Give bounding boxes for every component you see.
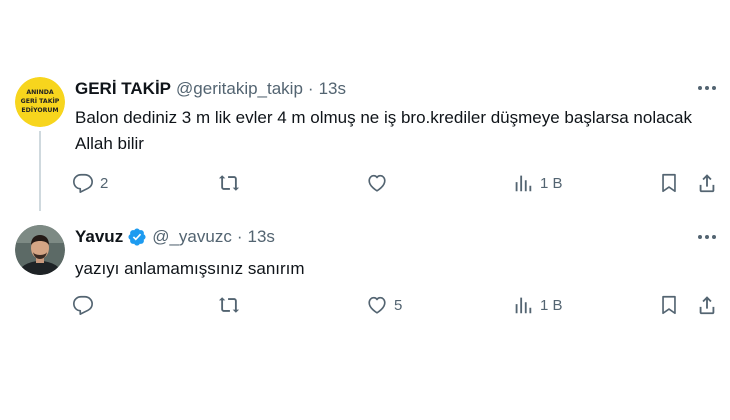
timestamp[interactable]: 13s xyxy=(319,79,346,99)
svg-text:EDİYORUM: EDİYORUM xyxy=(21,105,58,114)
views-icon xyxy=(515,297,532,314)
reply-button[interactable]: 2 xyxy=(72,172,108,194)
reply-icon xyxy=(73,173,93,193)
bookmark-button[interactable] xyxy=(658,172,680,194)
avatar-geritakip[interactable]: ANINDA GERİ TAKİP EDİYORUM xyxy=(15,77,65,127)
views-icon xyxy=(515,175,532,192)
reply-icon xyxy=(73,295,93,315)
views-count: 1 B xyxy=(540,174,563,192)
retweet-button[interactable] xyxy=(218,172,246,194)
action-bar: 2 1 B xyxy=(72,172,720,196)
action-bar: 5 1 B xyxy=(72,294,720,318)
reply-count: 2 xyxy=(100,174,109,192)
views-button[interactable]: 1 B xyxy=(512,172,563,194)
bookmark-button[interactable] xyxy=(658,294,680,316)
user-handle[interactable]: @_yavuzc xyxy=(152,227,232,247)
like-button[interactable]: 5 xyxy=(366,294,402,316)
timestamp[interactable]: 13s xyxy=(248,227,275,247)
separator-dot: · xyxy=(307,79,314,98)
tweet-header: GERİ TAKİP @geritakip_takip · 13s xyxy=(75,78,346,100)
share-icon xyxy=(699,174,715,193)
user-handle[interactable]: @geritakip_takip xyxy=(176,79,303,99)
share-button[interactable] xyxy=(696,294,718,316)
svg-text:GERİ TAKİP: GERİ TAKİP xyxy=(21,96,60,105)
share-button[interactable] xyxy=(696,172,718,194)
verified-icon xyxy=(128,228,146,246)
display-name[interactable]: GERİ TAKİP xyxy=(75,79,171,99)
reply-button[interactable] xyxy=(72,294,100,316)
views-button[interactable]: 1 B xyxy=(512,294,563,316)
bookmark-icon xyxy=(662,295,676,315)
bookmark-icon xyxy=(662,173,676,193)
more-icon[interactable] xyxy=(698,227,716,247)
tweet-yavuz[interactable]: Yavuz @_yavuzc · 13s yazıyı anlamamışsın… xyxy=(0,215,730,420)
like-icon xyxy=(368,296,386,314)
avatar-yavuz[interactable] xyxy=(15,225,65,275)
tweet-geritakip[interactable]: ANINDA GERİ TAKİP EDİYORUM GERİ TAKİP @g… xyxy=(0,0,730,215)
tweet-header: Yavuz @_yavuzc · 13s xyxy=(75,226,275,248)
share-icon xyxy=(699,296,715,315)
like-count: 5 xyxy=(394,296,403,314)
tweet-text: yazıyı anlamamışsınız sanırım xyxy=(75,259,305,278)
retweet-button[interactable] xyxy=(218,294,246,316)
views-count: 1 B xyxy=(540,296,563,314)
more-icon[interactable] xyxy=(698,78,716,98)
display-name[interactable]: Yavuz xyxy=(75,227,123,247)
thread-line xyxy=(39,131,41,211)
avatar-yavuz-image xyxy=(15,225,65,275)
retweet-icon xyxy=(218,297,240,313)
separator-dot: · xyxy=(236,227,243,246)
retweet-icon xyxy=(218,175,240,191)
tweet-text: Balon dediniz 3 m lik evler 4 m olmuş ne… xyxy=(75,108,693,153)
avatar-geritakip-image: ANINDA GERİ TAKİP EDİYORUM xyxy=(15,77,65,127)
like-button[interactable] xyxy=(366,172,394,194)
like-icon xyxy=(368,174,386,192)
svg-text:ANINDA: ANINDA xyxy=(26,89,54,96)
